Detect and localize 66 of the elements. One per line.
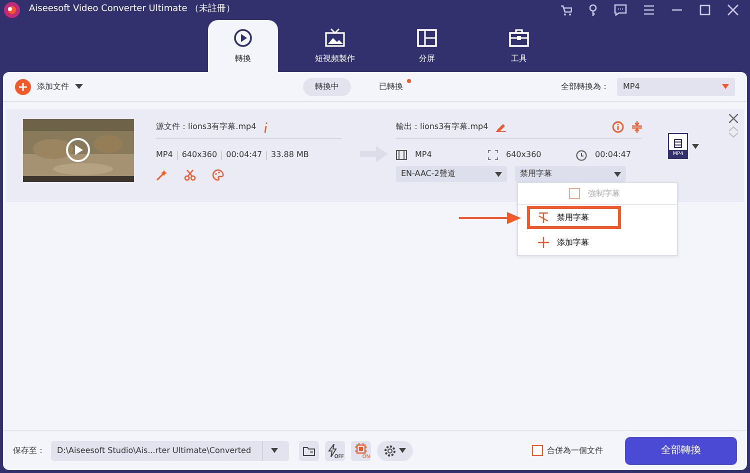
compress-icon[interactable] (632, 121, 642, 133)
media-info: MP4 (156, 149, 173, 161)
annotation-arrow (459, 212, 521, 224)
clock-icon (576, 150, 587, 160)
magic-wand-icon[interactable] (156, 169, 168, 181)
plus-icon (15, 78, 31, 94)
caret-icon (271, 448, 278, 453)
palette-icon[interactable] (212, 169, 224, 181)
media-info: 33.88 MB (271, 149, 309, 161)
plus-icon (538, 237, 549, 248)
folder-icon (303, 446, 315, 456)
settings-button[interactable] (377, 440, 413, 460)
menu-item[interactable]: 禁用字幕 (526, 205, 622, 230)
output-format: MP4 (415, 149, 432, 161)
convert-icon (232, 27, 254, 49)
tab[interactable]: 分屏 (392, 20, 462, 72)
info-circle-icon[interactable] (612, 121, 624, 133)
menu-item[interactable]: 添加字幕 (518, 230, 677, 255)
subtitle-dropdown[interactable]: 禁用字幕 (515, 166, 626, 182)
app-logo-icon (3, 1, 21, 19)
play-icon[interactable] (65, 137, 91, 163)
edit-icon[interactable] (496, 122, 506, 132)
caret-icon (495, 172, 502, 176)
tab[interactable]: 工具 (484, 20, 554, 72)
chat-icon[interactable] (614, 4, 627, 16)
window-title: Aiseesoft Video Converter Ultimate （未註冊） (29, 3, 236, 16)
caret-icon (722, 84, 729, 89)
caret-icon (614, 172, 621, 176)
chip-icon (355, 442, 367, 454)
film-icon (396, 150, 407, 160)
convert-all-button[interactable]: 全部轉換 (625, 436, 737, 464)
convert-all-label: 全部轉換為： (561, 80, 609, 92)
format-dropdown[interactable]: MP4 (617, 78, 735, 96)
output-duration: 00:04:47 (595, 149, 631, 161)
menu-icon[interactable] (643, 4, 655, 16)
video-frame-icon (324, 27, 346, 49)
maximize-icon[interactable] (699, 4, 711, 16)
tab[interactable]: 短視頻製作 (300, 20, 370, 72)
output-resolution: 640x360 (506, 149, 542, 161)
output-filename: 輸出：lions3有字幕.mp4 (396, 121, 488, 133)
caret-icon (692, 144, 699, 148)
merge-checkbox[interactable] (532, 445, 543, 456)
tab[interactable]: 轉換 (208, 20, 278, 72)
settings-icon (384, 444, 396, 456)
split-screen-icon (416, 27, 438, 49)
save-to-label: 保存至： (13, 444, 45, 456)
output-folder-dropdown[interactable]: D:\Aiseesoft Studio\Ais...rter Ultimate\Converted (51, 440, 289, 460)
audio-track-dropdown[interactable]: EN-AAC-2聲道 (396, 166, 507, 182)
open-folder-button[interactable] (299, 440, 319, 460)
add-file-button[interactable]: 添加文件 (15, 78, 83, 94)
expand-icon (488, 150, 498, 160)
media-info: 00:04:47 (226, 149, 262, 161)
subtitle-off-icon (538, 212, 549, 224)
merge-label: 合併為一個文件 (547, 444, 603, 456)
caret-icon (399, 448, 406, 453)
media-info: 640x360 (182, 149, 218, 161)
close-icon[interactable] (729, 114, 738, 123)
scissors-icon[interactable] (184, 169, 196, 181)
info-icon[interactable] (264, 122, 268, 132)
toolbox-icon (508, 27, 530, 49)
cart-icon[interactable] (560, 4, 572, 16)
film-icon (674, 139, 682, 148)
caret-icon (75, 84, 83, 90)
source-filename: 源文件：lions3有字幕.mp4 (156, 121, 256, 133)
status-tab[interactable]: 已轉換 (367, 78, 415, 96)
status-tab[interactable]: 轉換中 (303, 78, 351, 96)
